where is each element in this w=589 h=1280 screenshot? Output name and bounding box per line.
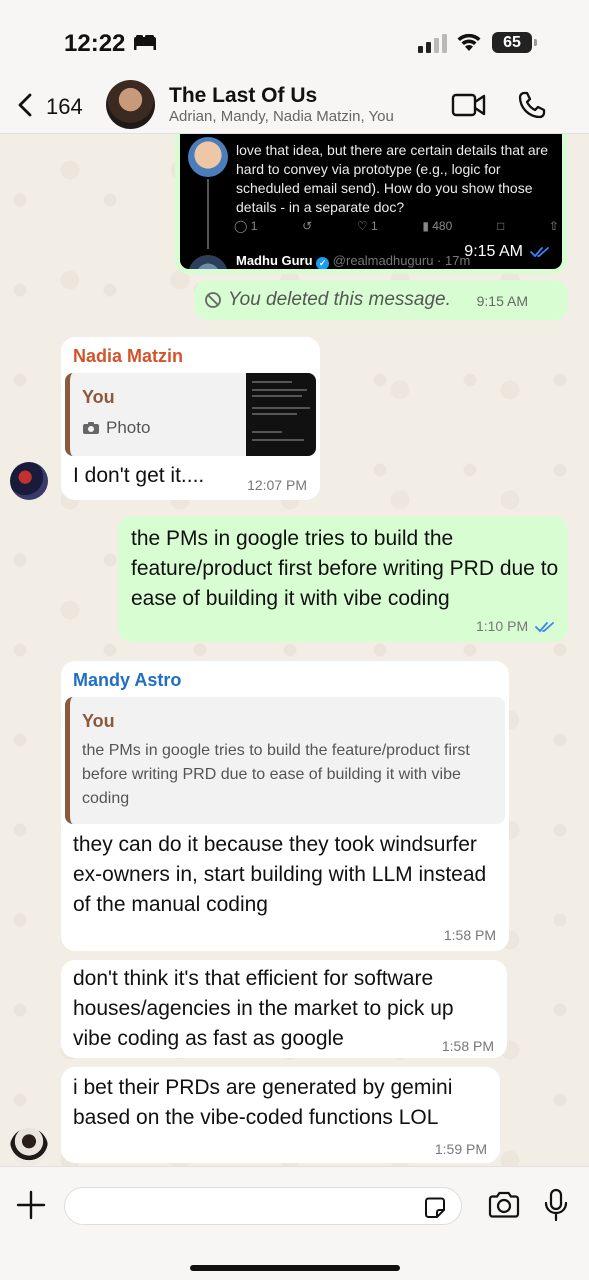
message-text: i bet their PRDs are generated by gemini… <box>73 1076 453 1129</box>
battery-indicator: 65 <box>492 32 537 53</box>
message-time: 9:15 AM <box>476 293 528 309</box>
message-time: 1:58 PM <box>441 1038 494 1054</box>
unread-chats-count[interactable]: 164 <box>46 94 83 120</box>
quote-author: You <box>82 711 115 731</box>
deleted-message[interactable]: You deleted this message. 9:15 AM <box>194 280 568 320</box>
chat-title[interactable]: The Last Of Us <box>169 84 317 108</box>
tweet-author: Madhu Guru ✓ @realmadhuguru · 17m <box>236 253 470 269</box>
tweet-author-handle: @realmadhuguru · 17m <box>332 253 471 268</box>
share-icon: ⇧ <box>548 219 559 233</box>
mandy-avatar[interactable] <box>10 1128 48 1166</box>
reply-count: ◯ 1 <box>234 219 258 233</box>
camera-icon[interactable] <box>487 1191 521 1219</box>
sender-name[interactable]: Nadia Matzin <box>73 346 183 367</box>
message-time: 1:10 PM <box>475 618 529 634</box>
tweet-preview[interactable]: love that idea, but there are certain de… <box>180 134 562 269</box>
message-list[interactable]: love that idea, but there are certain de… <box>0 134 589 1166</box>
read-receipt-icon <box>535 622 554 633</box>
message-time: 1:58 PM <box>443 927 496 943</box>
message-text: I don't get it.... <box>73 464 205 487</box>
view-count: ▮ 480 <box>422 219 453 233</box>
quoted-message[interactable]: You Photo <box>65 373 316 456</box>
message-text: the PMs in google tries to build the fea… <box>131 527 559 610</box>
quote-text: the PMs in google tries to build the fea… <box>82 742 470 807</box>
chat-participants[interactable]: Adrian, Mandy, Nadia Matzin, You <box>169 108 394 125</box>
like-count: ♡ 1 <box>356 219 378 233</box>
deleted-label: You deleted this message. <box>228 289 451 310</box>
battery-level: 65 <box>503 33 521 51</box>
outgoing-message-embed[interactable]: love that idea, but there are certain de… <box>175 134 567 274</box>
message-time: 1:59 PM <box>434 1141 487 1157</box>
home-indicator <box>190 1265 400 1271</box>
group-avatar[interactable] <box>106 80 155 129</box>
incoming-message[interactable]: don't think it's that efficient for soft… <box>61 960 507 1058</box>
deleted-message-text: You deleted this message. <box>204 289 451 311</box>
quote-type: Photo <box>82 418 150 438</box>
reply-count-value: 1 <box>250 219 258 233</box>
chat-header: 164 The Last Of Us Adrian, Mandy, Nadia … <box>0 76 589 134</box>
quote-type-label: Photo <box>106 418 151 437</box>
sender-name[interactable]: Mandy Astro <box>73 670 181 691</box>
microphone-icon[interactable] <box>543 1188 569 1222</box>
video-call-icon[interactable] <box>451 92 487 118</box>
plus-icon[interactable] <box>15 1189 47 1221</box>
retweet-icon: ↺ <box>302 219 313 233</box>
tweet-actions: ◯ 1 ↺ ♡ 1 ▮ 480 □ ⇧ <box>234 219 559 233</box>
back-chevron-icon[interactable] <box>15 92 37 118</box>
tweet-text: love that idea, but there are certain de… <box>236 142 549 215</box>
incoming-message-mandy[interactable]: Mandy Astro You the PMs in google tries … <box>61 661 509 951</box>
verified-badge-icon: ✓ <box>316 257 330 269</box>
message-meta: 1:10 PM <box>476 618 555 634</box>
blocked-icon <box>205 292 221 308</box>
message-time: 9:15 AM <box>464 243 523 260</box>
outgoing-message[interactable]: the PMs in google tries to build the fea… <box>118 516 568 642</box>
status-bar: 12:22 65 <box>0 0 589 76</box>
status-time: 12:22 <box>64 30 126 57</box>
nadia-avatar[interactable] <box>10 462 48 500</box>
wifi-icon <box>457 33 481 51</box>
message-meta: 9:15 AM <box>464 243 550 261</box>
message-input[interactable] <box>64 1187 462 1225</box>
message-time: 12:07 PM <box>247 477 307 493</box>
tweet-author-name: Madhu Guru <box>236 253 313 268</box>
voice-call-icon[interactable] <box>517 90 547 120</box>
cellular-signal-icon <box>418 34 447 53</box>
quote-author: You <box>82 387 115 407</box>
read-receipt-icon <box>530 247 549 258</box>
tweet-author-avatar <box>188 255 228 269</box>
sticker-icon[interactable] <box>422 1195 448 1221</box>
incoming-message-nadia[interactable]: Nadia Matzin You Photo I don't get it...… <box>61 337 320 500</box>
like-count-value: 1 <box>370 219 378 233</box>
tweet-avatar <box>188 137 228 177</box>
sleep-focus-icon <box>134 35 156 50</box>
message-text: they can do it because they took windsur… <box>73 833 487 916</box>
message-text: don't think it's that efficient for soft… <box>73 967 454 1050</box>
photo-thumbnail <box>246 373 316 456</box>
bookmark-icon: □ <box>496 219 505 233</box>
thread-line <box>207 179 209 249</box>
view-count-value: 480 <box>432 219 453 233</box>
quoted-message[interactable]: You the PMs in google tries to build the… <box>65 697 505 824</box>
camera-icon <box>83 422 99 434</box>
incoming-message[interactable]: i bet their PRDs are generated by gemini… <box>61 1067 500 1163</box>
message-composer <box>0 1166 589 1280</box>
